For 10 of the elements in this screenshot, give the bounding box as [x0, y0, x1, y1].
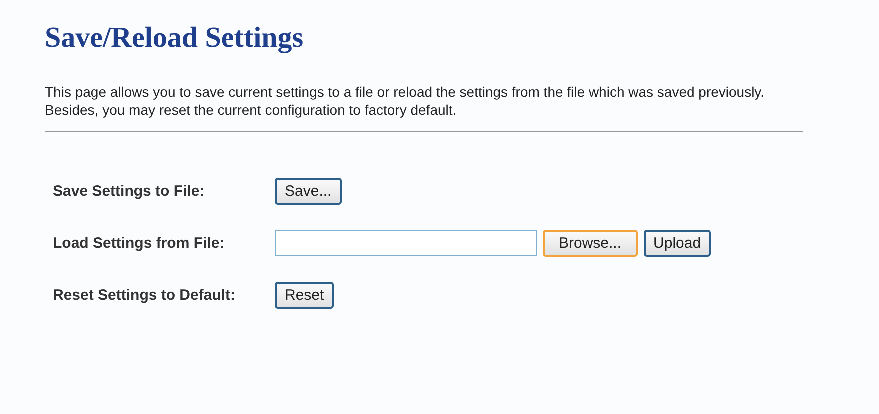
file-path-field[interactable]: [275, 230, 537, 256]
action-button[interactable]: Browse...: [543, 230, 638, 256]
setting-label: Save Settings to File:: [53, 182, 206, 200]
action-button[interactable]: Reset: [275, 282, 334, 308]
description-text: This page allows you to save current settings to a file or reload the settings from the file which was saved previously. Besides, you may reset the current configuration to factory default.: [45, 83, 766, 119]
action-button[interactable]: Upload: [644, 230, 712, 256]
setting-label: Reset Settings to Default:: [53, 286, 237, 304]
setting-label: Load Settings from File:: [53, 234, 226, 252]
page-title: Save/Reload Settings: [45, 22, 305, 55]
action-button[interactable]: Save...: [275, 178, 342, 204]
